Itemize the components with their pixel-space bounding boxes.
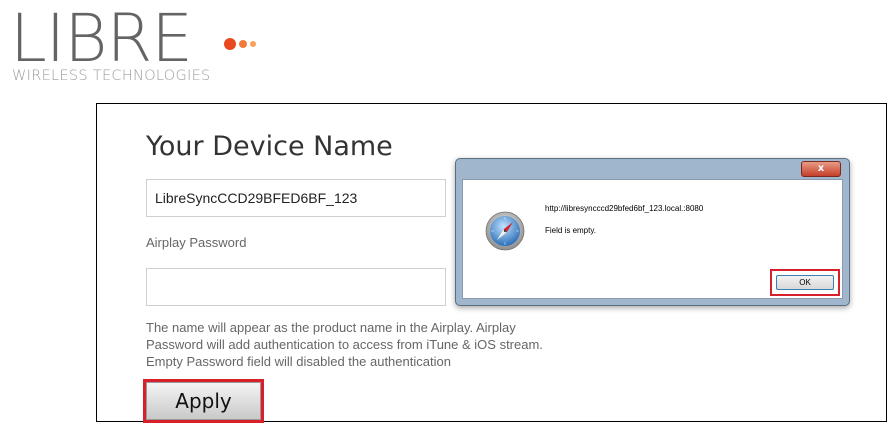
alert-dialog: x http://libresyncccd29bfed6bf_123.local… [455,158,850,306]
safari-compass-icon [485,211,525,251]
dialog-body: http://libresyncccd29bfed6bf_123.local.:… [462,179,843,299]
dialog-message: Field is empty. [545,226,596,235]
logo-wordmark: LIBRE [10,0,193,77]
airplay-password-input[interactable] [146,268,446,306]
logo-tagline: WIRELESS TECHNOLOGIES [12,68,211,84]
help-text: The name will appear as the product name… [146,320,543,369]
close-icon: x [817,163,825,174]
dialog-url-text: http://libresyncccd29bfed6bf_123.local.:… [545,204,704,213]
libre-logo: LIBRE WIRELESS TECHNOLOGIES [10,6,260,86]
dialog-titlebar: x [456,159,849,177]
logo-dot [224,38,236,50]
apply-button[interactable]: Apply [146,382,261,420]
close-button[interactable]: x [801,161,841,177]
airplay-password-label: Airplay Password [146,235,247,250]
page-title: Your Device Name [146,131,393,162]
logo-dot [239,40,247,48]
device-name-input[interactable]: LibreSyncCCD29BFED6BF_123 [146,179,446,217]
ok-button[interactable]: OK [776,275,834,290]
logo-dot [250,41,256,47]
